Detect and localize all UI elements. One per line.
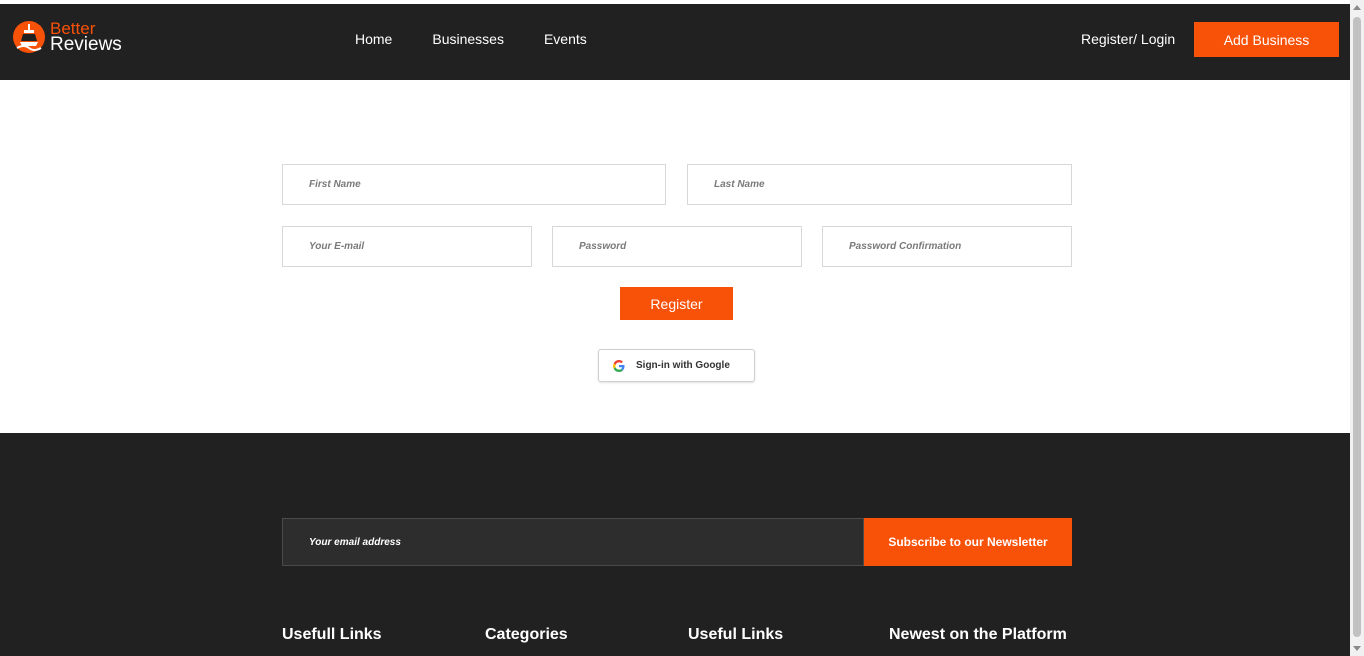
first-name-input[interactable] (282, 164, 666, 205)
add-business-button[interactable]: Add Business (1194, 22, 1339, 57)
email-input[interactable] (282, 226, 532, 267)
password-input[interactable] (552, 226, 802, 267)
site-header: Better Reviews Home Businesses Events Re… (0, 4, 1350, 80)
newsletter-form: Subscribe to our Newsletter (282, 518, 1072, 566)
footer-heading-newest: Newest on the Platform (889, 626, 1067, 643)
page: Better Reviews Home Businesses Events Re… (0, 0, 1350, 656)
google-signin-label: Sign-in with Google (636, 360, 730, 371)
page-scrollbar[interactable] (1350, 0, 1364, 656)
scroll-down-arrow-icon[interactable] (1353, 646, 1361, 651)
logo[interactable]: Better Reviews (12, 20, 122, 54)
footer-heading-usefull-links: Usefull Links (282, 626, 382, 643)
newsletter-email-input[interactable] (282, 518, 864, 566)
scroll-up-arrow-icon[interactable] (1353, 5, 1361, 10)
logo-text-reviews: Reviews (50, 34, 122, 55)
footer-heading-useful-links: Useful Links (688, 626, 784, 643)
register-login-link[interactable]: Register/ Login (1081, 31, 1175, 47)
logo-icon (13, 21, 45, 53)
main-nav: Home Businesses Events (355, 31, 587, 47)
register-button[interactable]: Register (620, 287, 733, 320)
google-signin-button[interactable]: Sign-in with Google (598, 349, 755, 382)
scroll-thumb[interactable] (1353, 17, 1361, 637)
nav-businesses[interactable]: Businesses (432, 31, 504, 47)
nav-home[interactable]: Home (355, 31, 392, 47)
subscribe-button[interactable]: Subscribe to our Newsletter (864, 518, 1072, 566)
google-icon (613, 359, 625, 372)
footer-heading-categories: Categories (485, 626, 568, 643)
last-name-input[interactable] (687, 164, 1072, 205)
nav-events[interactable]: Events (544, 31, 587, 47)
site-footer: Subscribe to our Newsletter Usefull Link… (0, 433, 1350, 656)
password-confirmation-input[interactable] (822, 226, 1072, 267)
